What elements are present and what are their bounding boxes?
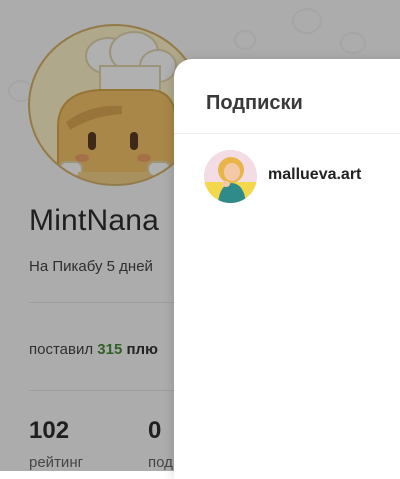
subscription-name[interactable]: mallueva.art (268, 166, 361, 184)
user-photo-icon (204, 150, 257, 203)
divider (174, 133, 400, 134)
subscriptions-modal: Подписки mallueva.art (174, 59, 400, 479)
subscription-item[interactable]: mallueva.art (204, 150, 400, 204)
avatar[interactable] (204, 150, 257, 203)
modal-title: Подписки (206, 92, 303, 114)
